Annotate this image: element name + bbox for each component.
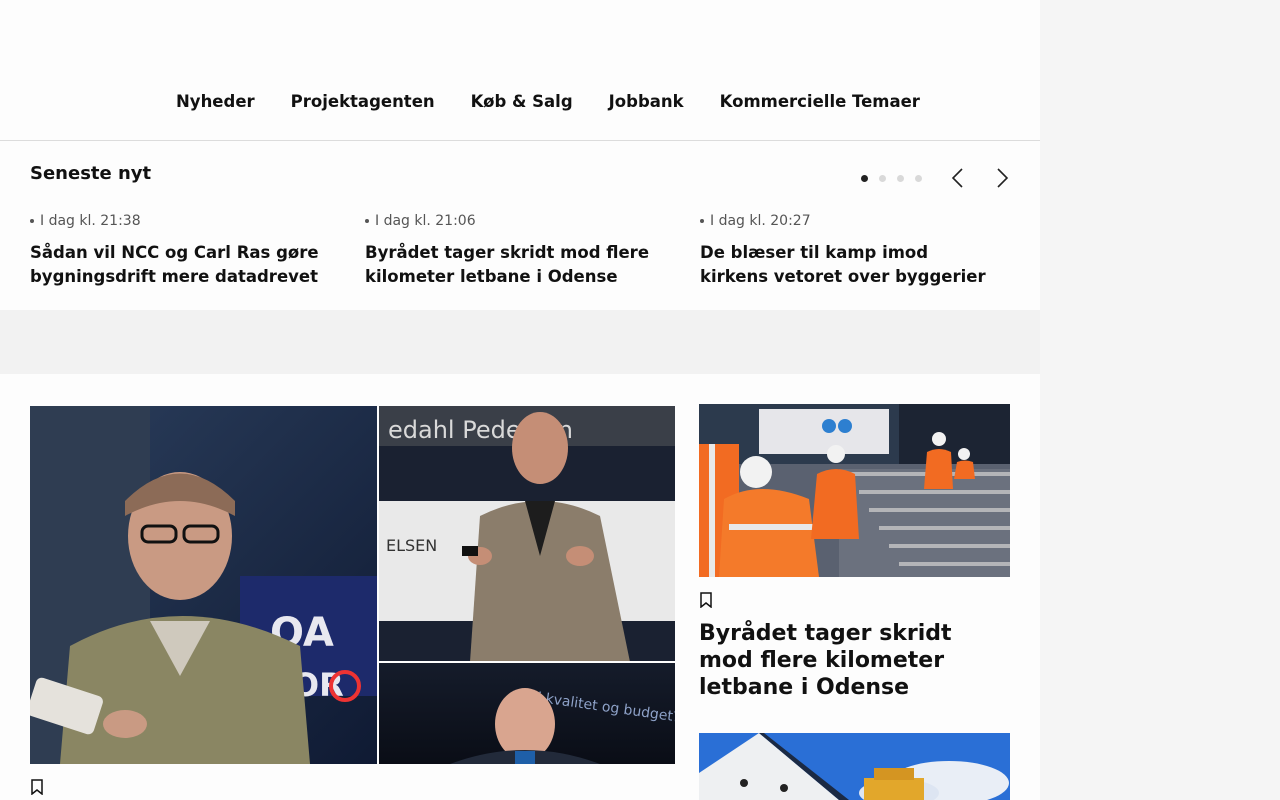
svg-text:ELSEN: ELSEN xyxy=(386,536,437,555)
chevron-left-icon[interactable] xyxy=(946,166,970,190)
carousel-pagination xyxy=(861,175,922,182)
chevron-right-icon[interactable] xyxy=(990,166,1014,190)
bookmark-icon[interactable] xyxy=(699,592,713,608)
side-article-headline[interactable]: Byrådet tager skridt mod flere kilometer… xyxy=(699,620,999,701)
carousel-dot-2[interactable] xyxy=(879,175,886,182)
carousel-dot-4[interactable] xyxy=(915,175,922,182)
nav-item-koeb-salg[interactable]: Køb & Salg xyxy=(471,92,573,111)
latest-news-item[interactable]: I dag kl. 21:06 Byrådet tager skridt mod… xyxy=(365,213,700,289)
nav-item-jobbank[interactable]: Jobbank xyxy=(609,92,684,111)
side-article-image-2[interactable] xyxy=(699,733,1010,800)
news-headline[interactable]: Byrådet tager skridt mod flere kilometer… xyxy=(365,241,665,289)
timestamp-text: I dag kl. 21:38 xyxy=(40,213,141,229)
news-timestamp: I dag kl. 21:06 xyxy=(365,213,700,229)
latest-news-title: Seneste nyt xyxy=(30,163,152,184)
news-headline[interactable]: De blæser til kamp imod kirkens vetoret … xyxy=(700,241,1000,289)
construction-photo xyxy=(699,404,1010,577)
main-content: OA FOR edahl Pedersen ELSEN er vi kvalit… xyxy=(0,374,1040,800)
timestamp-text: I dag kl. 20:27 xyxy=(710,213,811,229)
ad-band xyxy=(0,310,1040,374)
news-timestamp: I dag kl. 20:27 xyxy=(700,213,1020,229)
hero-photo-collage: OA FOR edahl Pedersen ELSEN er vi kvalit… xyxy=(30,406,675,764)
bullet-icon xyxy=(700,219,704,223)
nav-item-projektagenten[interactable]: Projektagenten xyxy=(291,92,435,111)
church-photo xyxy=(699,733,1010,800)
news-timestamp: I dag kl. 21:38 xyxy=(30,213,365,229)
timestamp-text: I dag kl. 21:06 xyxy=(375,213,476,229)
side-article-image[interactable] xyxy=(699,404,1010,577)
bookmark-icon[interactable] xyxy=(30,779,44,795)
hero-article-image[interactable]: OA FOR edahl Pedersen ELSEN er vi kvalit… xyxy=(30,406,675,764)
latest-news-item[interactable]: I dag kl. 21:38 Sådan vil NCC og Carl Ra… xyxy=(30,213,365,289)
nav-item-nyheder[interactable]: Nyheder xyxy=(176,92,255,111)
main-navigation: Nyheder Projektagenten Køb & Salg Jobban… xyxy=(0,0,1040,141)
carousel-dot-1[interactable] xyxy=(861,175,868,182)
bullet-icon xyxy=(365,219,369,223)
nav-item-kommercielle-temaer[interactable]: Kommercielle Temaer xyxy=(720,92,920,111)
right-gutter xyxy=(1040,0,1280,800)
bullet-icon xyxy=(30,219,34,223)
news-headline[interactable]: Sådan vil NCC og Carl Ras gøre bygningsd… xyxy=(30,241,330,289)
latest-news-list: I dag kl. 21:38 Sådan vil NCC og Carl Ra… xyxy=(30,213,1020,289)
carousel-dot-3[interactable] xyxy=(897,175,904,182)
latest-news-item[interactable]: I dag kl. 20:27 De blæser til kamp imod … xyxy=(700,213,1020,289)
nav-menu: Nyheder Projektagenten Køb & Salg Jobban… xyxy=(176,92,920,111)
latest-news-carousel: Seneste nyt I dag kl. 21:38 Sådan vil NC… xyxy=(0,141,1040,310)
